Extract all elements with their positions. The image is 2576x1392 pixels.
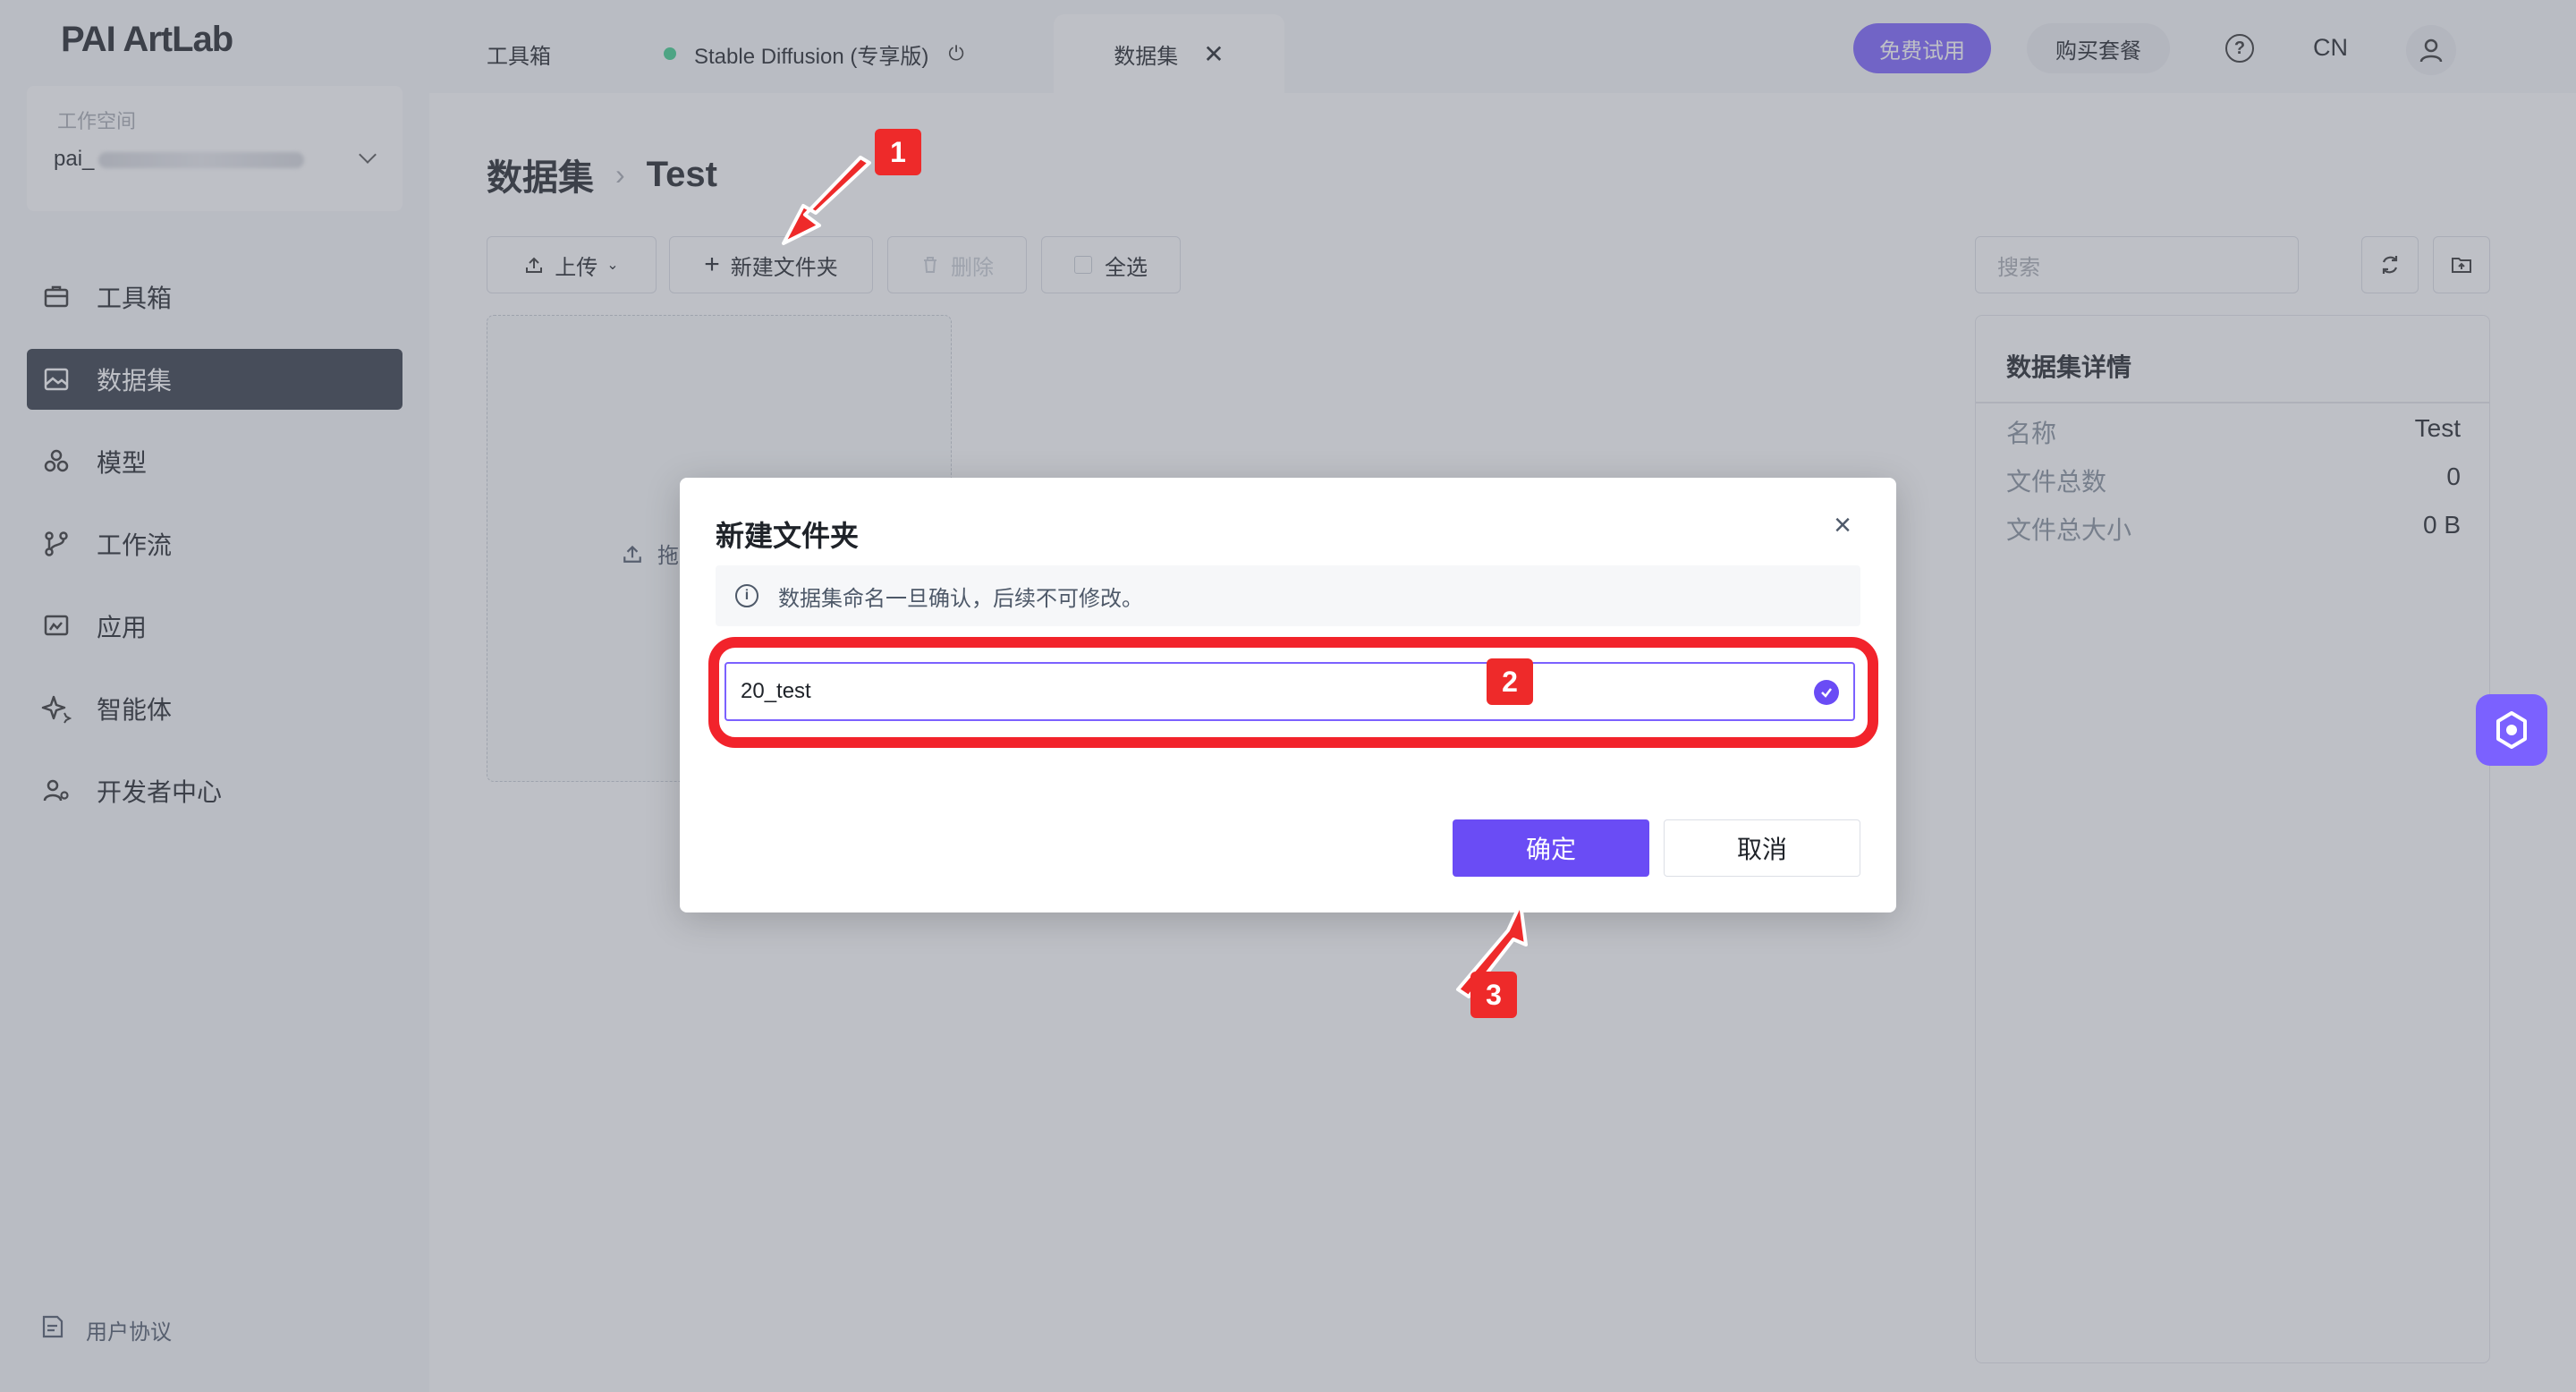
- info-icon: i: [735, 584, 758, 607]
- annotation-badge-1: 1: [875, 129, 921, 175]
- highlight-box: [708, 637, 1878, 748]
- dialog-notice: i 数据集命名一旦确认，后续不可修改。: [716, 565, 1860, 626]
- confirm-button[interactable]: 确定: [1453, 819, 1649, 877]
- cancel-button[interactable]: 取消: [1664, 819, 1860, 877]
- notice-text: 数据集命名一旦确认，后续不可修改。: [778, 586, 1143, 611]
- annotation-badge-2: 2: [1487, 658, 1533, 705]
- assistant-icon: [2496, 711, 2527, 749]
- close-icon[interactable]: ×: [1834, 510, 1852, 540]
- dialog-title: 新建文件夹: [716, 520, 860, 552]
- assistant-widget[interactable]: [2476, 694, 2547, 766]
- annotation-badge-3: 3: [1470, 972, 1517, 1018]
